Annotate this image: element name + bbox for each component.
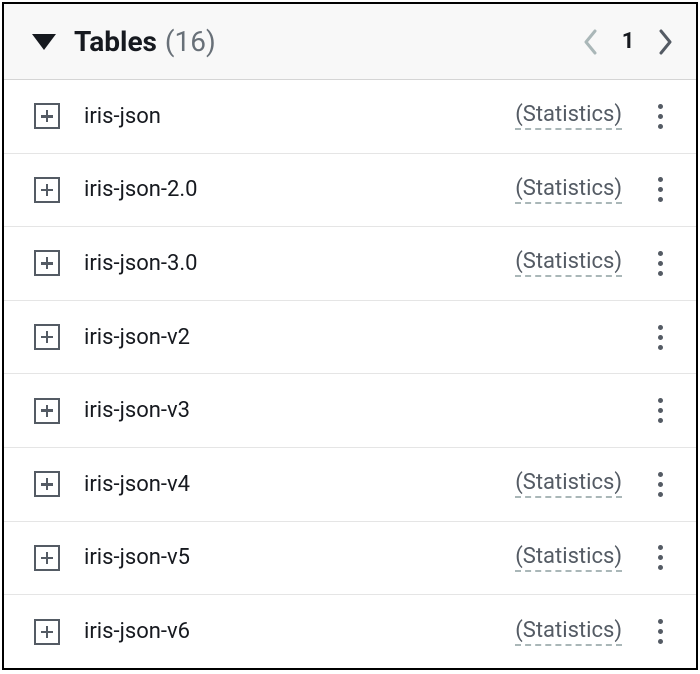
row-actions-menu-icon[interactable] [648, 468, 672, 500]
table-name[interactable]: iris-json-v6 [84, 619, 515, 644]
statistics-link[interactable]: (Statistics) [515, 470, 622, 498]
statistics-link[interactable]: (Statistics) [515, 176, 622, 204]
row-actions-menu-icon[interactable] [648, 321, 672, 353]
table-row: iris-json-2.0(Statistics) [4, 154, 696, 228]
table-name[interactable]: iris-json-v5 [84, 545, 515, 570]
collapse-icon[interactable] [32, 34, 56, 50]
header-title-group: Tables (16) [74, 25, 216, 58]
statistics-link[interactable]: (Statistics) [515, 618, 622, 646]
table-row: iris-json(Statistics) [4, 80, 696, 154]
table-row: iris-json-v3 [4, 374, 696, 448]
row-actions-menu-icon[interactable] [648, 395, 672, 427]
page-number: 1 [618, 29, 638, 54]
row-actions-menu-icon[interactable] [648, 247, 672, 279]
table-name[interactable]: iris-json [84, 104, 515, 129]
expand-icon[interactable] [34, 545, 60, 571]
prev-page-button[interactable] [582, 28, 598, 56]
table-row: iris-json-v2 [4, 301, 696, 375]
expand-icon[interactable] [34, 324, 60, 350]
expand-icon[interactable] [34, 471, 60, 497]
statistics-link[interactable]: (Statistics) [515, 249, 622, 277]
table-name[interactable]: iris-json-2.0 [84, 177, 515, 202]
table-row: iris-json-3.0(Statistics) [4, 227, 696, 301]
statistics-link[interactable]: (Statistics) [515, 544, 622, 572]
tables-header: Tables (16) 1 [4, 4, 696, 80]
header-left: Tables (16) [32, 25, 216, 58]
table-row: iris-json-v5(Statistics) [4, 522, 696, 596]
expand-icon[interactable] [34, 398, 60, 424]
table-rows: iris-json(Statistics)iris-json-2.0(Stati… [4, 80, 696, 669]
section-count: (16) [165, 25, 216, 58]
row-actions-menu-icon[interactable] [648, 100, 672, 132]
table-name[interactable]: iris-json-v4 [84, 472, 515, 497]
expand-icon[interactable] [34, 250, 60, 276]
table-name[interactable]: iris-json-v3 [84, 398, 648, 423]
section-title: Tables [74, 25, 157, 58]
statistics-link[interactable]: (Statistics) [515, 102, 622, 130]
expand-icon[interactable] [34, 177, 60, 203]
row-actions-menu-icon[interactable] [648, 616, 672, 648]
row-actions-menu-icon[interactable] [648, 174, 672, 206]
tables-panel: Tables (16) 1 iris-json(Statistics)iris-… [2, 2, 698, 670]
expand-icon[interactable] [34, 103, 60, 129]
pagination: 1 [582, 28, 674, 56]
expand-icon[interactable] [34, 619, 60, 645]
table-row: iris-json-v4(Statistics) [4, 448, 696, 522]
row-actions-menu-icon[interactable] [648, 542, 672, 574]
next-page-button[interactable] [658, 28, 674, 56]
table-row: iris-json-v6(Statistics) [4, 595, 696, 669]
table-name[interactable]: iris-json-3.0 [84, 251, 515, 276]
table-name[interactable]: iris-json-v2 [84, 325, 648, 350]
